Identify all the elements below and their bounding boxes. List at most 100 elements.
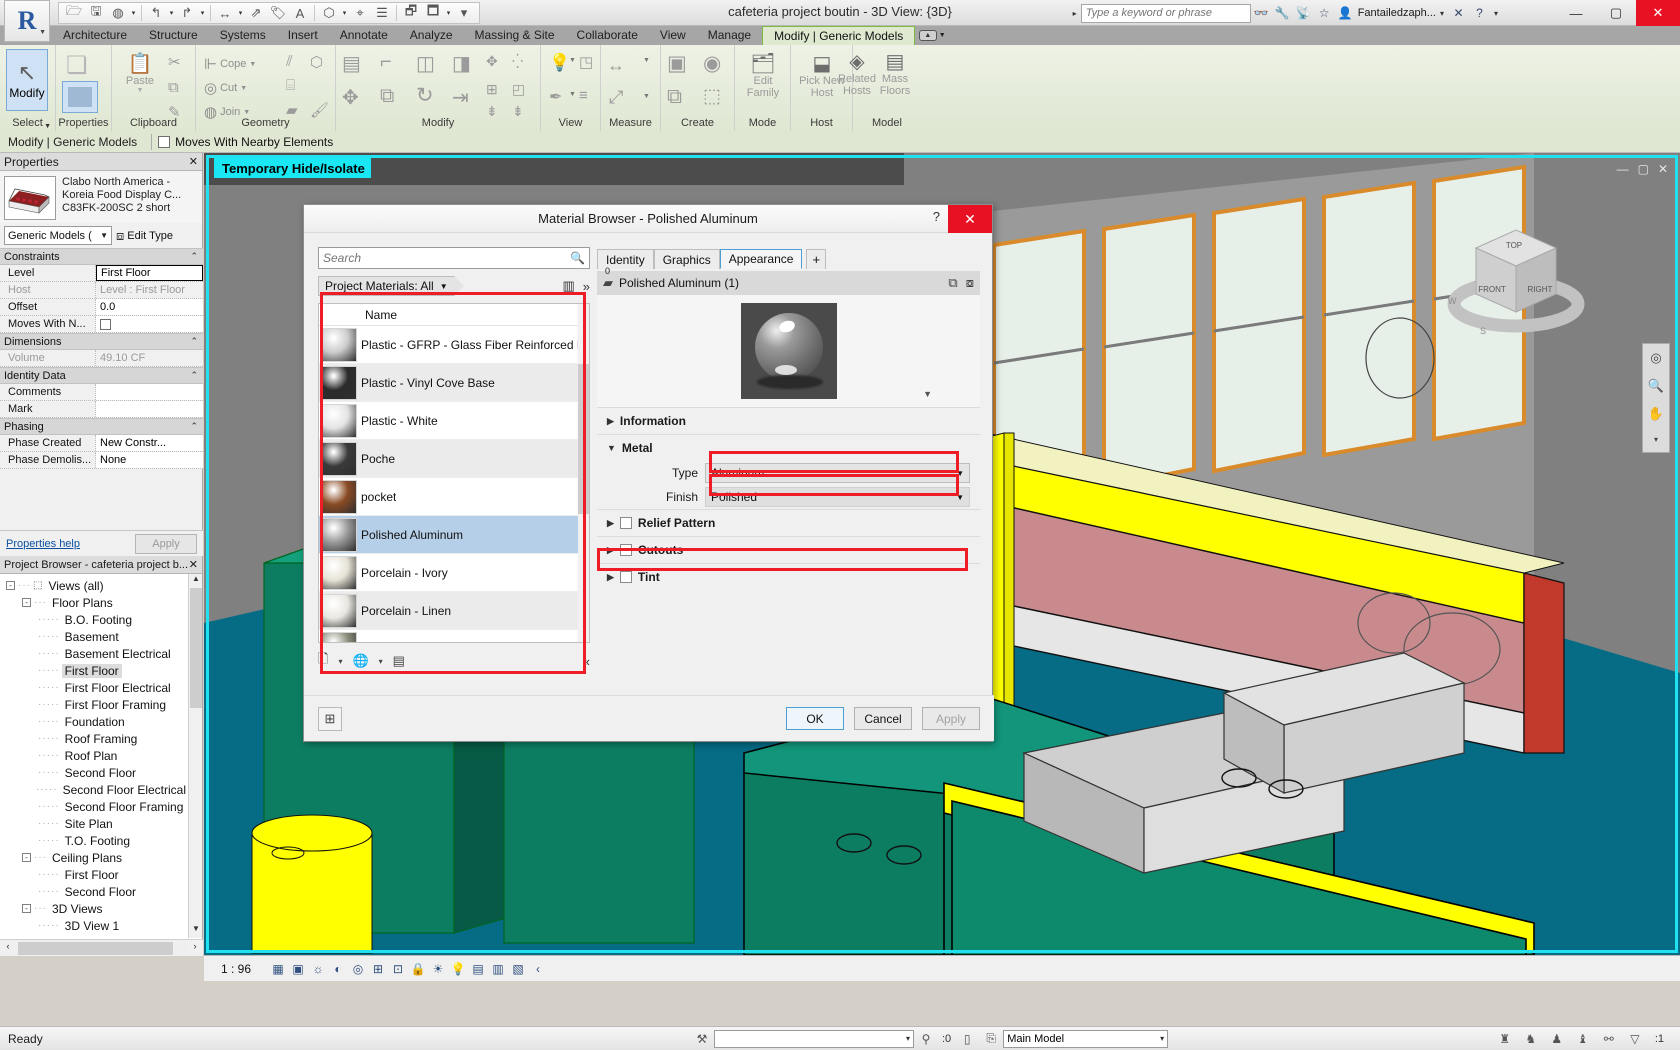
chevron-down-icon[interactable]: ▼: [249, 61, 256, 68]
chevron-down-icon[interactable]: ▾: [167, 9, 176, 17]
view-scale[interactable]: 1 : 96: [204, 962, 268, 976]
search-binoculars-icon[interactable]: 👓: [1251, 3, 1272, 23]
material-list-scrollbar[interactable]: [578, 304, 589, 642]
section-information[interactable]: ▶ Information: [597, 407, 980, 434]
ribbon-tab-analyze[interactable]: Analyze: [399, 26, 464, 45]
aligned-dimension-icon[interactable]: ↔: [214, 3, 236, 23]
crop-view-icon[interactable]: ⊞: [368, 958, 388, 980]
project-browser-tree[interactable]: - ··· ⬚ Views (all) - ··· Floor Plans ····· B.O.…: [0, 574, 189, 938]
chevron-down-icon[interactable]: ▾: [129, 9, 138, 17]
section-tint[interactable]: ▶ Tint: [597, 563, 980, 590]
create-assembly-icon[interactable]: ⬚: [703, 85, 721, 108]
relief-pattern-checkbox[interactable]: [619, 517, 632, 529]
save-icon[interactable]: 🖫: [85, 3, 107, 23]
tree-expander-icon[interactable]: -: [22, 853, 31, 862]
tree-node[interactable]: ····· First Floor Electrical: [0, 679, 189, 696]
tree-node[interactable]: ····· Roof Plan: [0, 747, 189, 764]
minimize-ribbon-icon[interactable]: ▲: [918, 30, 937, 41]
material-list-item[interactable]: Plastic - GFRP - Glass Fiber Reinforced …: [319, 326, 589, 364]
tree-node[interactable]: ····· Second Floor Electrical: [0, 781, 189, 798]
material-browser-dialog[interactable]: Material Browser - Polished Aluminum ? ✕…: [303, 204, 994, 742]
detail-level-icon[interactable]: ▦: [268, 958, 288, 980]
material-list-item[interactable]: Porcelain - Linen: [319, 592, 589, 630]
edit-type-button[interactable]: ⧈ Edit Type: [116, 228, 173, 244]
tree-node[interactable]: ····· Site Plan: [0, 815, 189, 832]
steering-wheel-icon[interactable]: ◎: [1643, 344, 1669, 372]
wall-joins-icon[interactable]: ⬡: [310, 53, 323, 71]
filter-icon[interactable]: ▽: [1623, 1028, 1647, 1050]
hscroll-thumb[interactable]: [18, 941, 173, 955]
application-menu-button[interactable]: R ▼: [4, 0, 50, 42]
text-icon[interactable]: A: [289, 3, 311, 23]
thin-lines-icon[interactable]: ☰: [371, 3, 393, 23]
replace-asset-icon[interactable]: ⧉: [948, 275, 957, 291]
tree-node[interactable]: ····· First Floor Framing: [0, 696, 189, 713]
account-chevron-down-icon[interactable]: ▾: [1436, 9, 1448, 18]
account-name[interactable]: Fantailedzaph...: [1358, 7, 1436, 19]
render-dialog-icon[interactable]: ◎: [348, 958, 368, 980]
maximize-button[interactable]: ▢: [1596, 0, 1636, 26]
trim-extend-icon[interactable]: ⇥: [452, 85, 469, 110]
chevron-down-icon[interactable]: ▾: [340, 9, 349, 17]
property-group-constraints[interactable]: Constraints ⌃: [0, 248, 203, 265]
material-list-item[interactable]: Porcelain - Ivory: [319, 554, 589, 592]
exclude-options-icon[interactable]: ♝: [1571, 1028, 1595, 1050]
move-small-icon[interactable]: ✥: [486, 53, 498, 70]
subscription-center-icon[interactable]: 🔧: [1272, 3, 1293, 23]
reveal-hidden-icon[interactable]: 💡: [549, 53, 570, 73]
tree-node[interactable]: ····· 3D View 1: [0, 917, 189, 934]
redo-icon[interactable]: ↱: [176, 3, 198, 23]
tree-node[interactable]: - ··· Ceiling Plans: [0, 849, 189, 866]
property-value[interactable]: [96, 401, 203, 417]
material-list-scroll-thumb[interactable]: [578, 364, 589, 514]
split-face-icon[interactable]: ⫽: [286, 53, 293, 70]
property-value[interactable]: First Floor: [96, 265, 203, 281]
cut-icon[interactable]: ✂: [168, 53, 181, 71]
tree-node[interactable]: ····· First Floor: [0, 662, 189, 679]
chevron-down-icon[interactable]: ▼: [939, 32, 946, 39]
sun-path-icon[interactable]: ☼: [308, 958, 328, 980]
material-list-item[interactable]: Poche: [319, 440, 589, 478]
undo-icon[interactable]: ↰: [145, 3, 167, 23]
ok-button[interactable]: OK: [786, 707, 844, 730]
show-crop-region-icon[interactable]: ⊡: [388, 958, 408, 980]
scroll-up-icon[interactable]: ▲: [189, 574, 203, 588]
modify-button[interactable]: ↖ Modify: [6, 49, 48, 111]
properties-toggle-button[interactable]: [62, 81, 98, 113]
dialog-close-button[interactable]: ✕: [948, 205, 992, 233]
ribbon-tab-collaborate[interactable]: Collaborate: [566, 26, 649, 45]
switch-windows-icon[interactable]: 🗖: [422, 3, 444, 23]
tree-node[interactable]: ·····3D View 2: [0, 934, 189, 939]
project-browser-vscrollbar[interactable]: ▲ ▼: [188, 574, 202, 938]
worksets-icon[interactable]: ▯: [955, 1028, 979, 1050]
view-close-button[interactable]: ✕: [1658, 162, 1668, 176]
communication-center-icon[interactable]: 📡: [1293, 3, 1314, 23]
view-minimize-button[interactable]: —: [1617, 162, 1629, 176]
property-value[interactable]: 0.0: [96, 299, 203, 315]
active-workset-icon[interactable]: ♞: [1519, 1028, 1543, 1050]
close-icon[interactable]: ✕: [189, 558, 198, 571]
material-list-item[interactable]: pocket: [319, 478, 589, 516]
vscroll-thumb[interactable]: [190, 588, 202, 708]
scroll-down-icon[interactable]: ▼: [189, 924, 203, 938]
duplicate-asset-icon[interactable]: ⧇: [966, 275, 974, 291]
align-icon[interactable]: ▤: [342, 51, 361, 76]
ribbon-tab-manage[interactable]: Manage: [697, 26, 762, 45]
temporary-view-properties-icon[interactable]: ▤: [468, 958, 488, 980]
autodesk-exchange-icon[interactable]: ✕: [1448, 3, 1469, 23]
close-hidden-windows-icon[interactable]: 🗗: [400, 3, 422, 23]
ribbon-tab-massing-site[interactable]: Massing & Site: [464, 26, 566, 45]
ribbon-tab-view[interactable]: View: [649, 26, 697, 45]
cutouts-checkbox[interactable]: [619, 544, 632, 556]
ribbon-display-options[interactable]: ▲ ▼: [915, 26, 949, 45]
expand-icon[interactable]: ‹: [528, 958, 548, 980]
add-asset-tab-button[interactable]: +: [806, 249, 827, 269]
section-cutouts[interactable]: ▶ Cutouts: [597, 536, 980, 563]
view-cut-icon[interactable]: ◳: [579, 53, 593, 71]
chevron-up-icon[interactable]: ⌃: [190, 421, 198, 432]
chevron-up-icon[interactable]: ⌃: [190, 251, 198, 262]
tree-node[interactable]: ····· First Floor: [0, 866, 189, 883]
help-icon[interactable]: ?: [1469, 3, 1490, 23]
cut-geometry-icon[interactable]: ◎: [204, 79, 217, 97]
category-selector[interactable]: Generic Models ( ▼: [4, 226, 112, 245]
